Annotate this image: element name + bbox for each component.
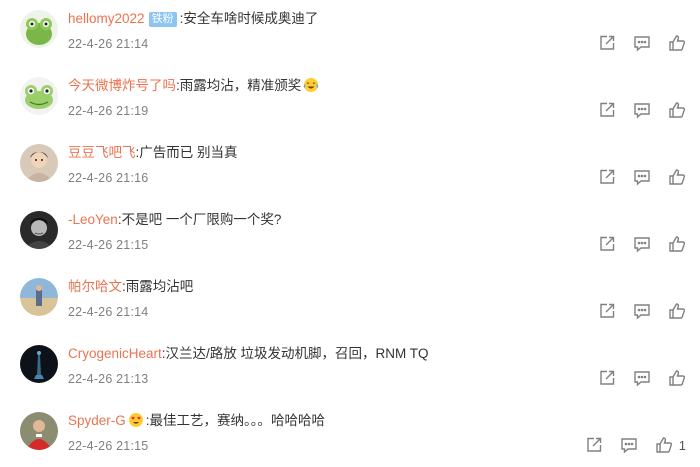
comment-line: 今天微博炸号了吗:雨露均沾，精准颁奖: [68, 77, 321, 95]
comment-text: :安全车啥时候成奥迪了: [179, 11, 319, 26]
comment-actions: [581, 369, 686, 387]
timestamp: 22-4-26 21:19: [68, 104, 149, 118]
timestamp: 22-4-26 21:16: [68, 171, 149, 185]
comment-actions: [581, 235, 686, 253]
avatar[interactable]: [20, 211, 58, 249]
username-link[interactable]: -LeoYen: [68, 212, 118, 227]
comment-icon[interactable]: [633, 168, 651, 186]
share-icon[interactable]: [598, 168, 616, 186]
share-icon[interactable]: [585, 436, 603, 454]
heart-eyes-emoji: [128, 412, 144, 428]
comment-icon[interactable]: [633, 34, 651, 52]
username-link[interactable]: Spyder-G: [68, 413, 126, 428]
avatar[interactable]: [20, 144, 58, 182]
thumbs-up-icon[interactable]: [668, 168, 686, 186]
timestamp: 22-4-26 21:14: [68, 37, 149, 51]
comment-icon[interactable]: [633, 302, 651, 320]
comment-line: 帕尔哈文:雨露均沾吧: [68, 278, 193, 296]
laughing-crying-emoji: [303, 77, 319, 93]
avatar[interactable]: [20, 77, 58, 115]
thumbs-up-icon[interactable]: [668, 369, 686, 387]
comment-icon[interactable]: [620, 436, 638, 454]
comment-icon[interactable]: [633, 235, 651, 253]
comment-actions: [581, 302, 686, 320]
timestamp: 22-4-26 21:15: [68, 439, 149, 453]
timestamp: 22-4-26 21:15: [68, 238, 149, 252]
comment-text: :雨露均沾，精准颁奖: [176, 78, 302, 93]
comment-text: :雨露均沾吧: [122, 279, 194, 294]
comment-line: 豆豆飞吧飞:广告而已 别当真: [68, 144, 238, 162]
comment-icon[interactable]: [633, 369, 651, 387]
comment-line: CryogenicHeart:汉兰达/路放 垃圾发动机脚，召回，RNM TQ: [68, 345, 429, 363]
username-link[interactable]: CryogenicHeart: [68, 346, 162, 361]
username-link[interactable]: hellomy2022: [68, 11, 145, 26]
thumbs-up-icon[interactable]: [668, 101, 686, 119]
username-link[interactable]: 豆豆飞吧飞: [68, 145, 136, 160]
comment-text: :最佳工艺，赛纳。。。哈哈哈哈: [145, 413, 326, 428]
thumbs-up-icon[interactable]: [655, 436, 673, 454]
username-link[interactable]: 今天微博炸号了吗: [68, 78, 176, 93]
thumbs-up-icon[interactable]: [668, 235, 686, 253]
avatar[interactable]: [20, 345, 58, 383]
comment-item: CryogenicHeart:汉兰达/路放 垃圾发动机脚，召回，RNM TQ 2…: [0, 335, 700, 402]
avatar[interactable]: [20, 10, 58, 48]
comment-text: :广告而已 别当真: [135, 145, 238, 160]
comment-item: 豆豆飞吧飞:广告而已 别当真 22-4-26 21:16: [0, 134, 700, 201]
comment-list: hellomy2022 铁粉:安全车啥时候成奥迪了 22-4-26 21:14 今…: [0, 0, 700, 467]
comment-item: -LeoYen:不是吧 一个厂限购一个奖? 22-4-26 21:15: [0, 201, 700, 268]
fan-badge: 铁粉: [148, 12, 177, 27]
timestamp: 22-4-26 21:13: [68, 372, 149, 386]
comment-text: :汉兰达/路放 垃圾发动机脚，召回，RNM TQ: [161, 346, 429, 361]
comment-item: hellomy2022 铁粉:安全车啥时候成奥迪了 22-4-26 21:14: [0, 0, 700, 67]
avatar[interactable]: [20, 278, 58, 316]
thumbs-up-icon[interactable]: [668, 34, 686, 52]
comment-actions: [581, 34, 686, 52]
share-icon[interactable]: [598, 302, 616, 320]
username-link[interactable]: 帕尔哈文: [68, 279, 122, 294]
share-icon[interactable]: [598, 235, 616, 253]
comment-actions: 1: [568, 436, 686, 454]
share-icon[interactable]: [598, 101, 616, 119]
share-icon[interactable]: [598, 34, 616, 52]
comment-line: Spyder-G :最佳工艺，赛纳。。。哈哈哈哈: [68, 412, 325, 430]
like-count: 1: [678, 437, 686, 453]
comment-text: :不是吧 一个厂限购一个奖?: [117, 212, 282, 227]
comment-line: hellomy2022 铁粉:安全车啥时候成奥迪了: [68, 10, 318, 28]
comment-line: -LeoYen:不是吧 一个厂限购一个奖?: [68, 211, 281, 229]
avatar[interactable]: [20, 412, 58, 450]
timestamp: 22-4-26 21:14: [68, 305, 149, 319]
comment-icon[interactable]: [633, 101, 651, 119]
share-icon[interactable]: [598, 369, 616, 387]
comment-actions: [581, 101, 686, 119]
comment-item: 帕尔哈文:雨露均沾吧 22-4-26 21:14: [0, 268, 700, 335]
comment-actions: [581, 168, 686, 186]
thumbs-up-icon[interactable]: [668, 302, 686, 320]
comment-item: Spyder-G :最佳工艺，赛纳。。。哈哈哈哈 22-4-26 21:15 1: [0, 402, 700, 467]
comment-item: 今天微博炸号了吗:雨露均沾，精准颁奖 22-4-26 21:19: [0, 67, 700, 134]
